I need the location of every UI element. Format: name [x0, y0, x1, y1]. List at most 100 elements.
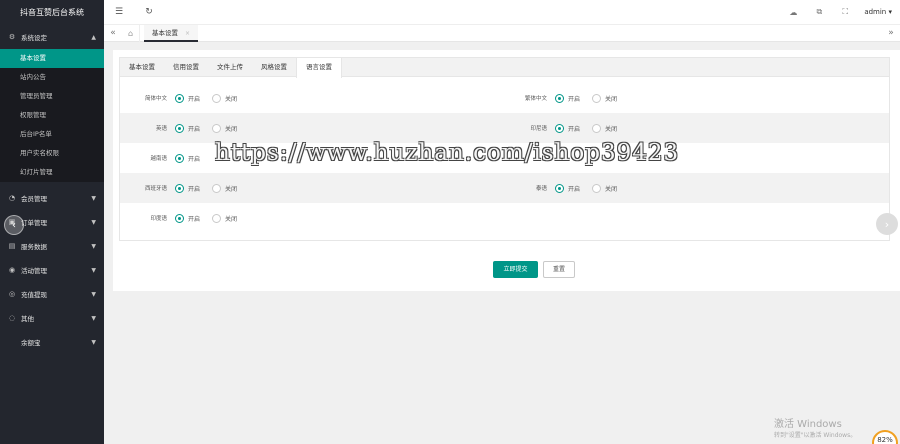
nav-group-other[interactable]: ◌ 其他 ▼: [0, 306, 104, 330]
tab-credit[interactable]: 信用设置: [164, 58, 208, 77]
double-chevron-left-icon[interactable]: «: [104, 28, 122, 38]
tab-style[interactable]: 风格设置: [252, 58, 296, 77]
reset-button[interactable]: 重置: [543, 261, 575, 278]
radio-on[interactable]: 开启: [175, 213, 200, 223]
sidebar-item-permissions[interactable]: 权限管理: [0, 106, 104, 125]
nav-group-system[interactable]: ⚙ 系统设定 ▲: [0, 25, 104, 49]
tab-language[interactable]: 语言设置: [296, 58, 342, 78]
wallet-icon: ◎: [8, 290, 16, 298]
chevron-up-icon: ▲: [91, 33, 96, 41]
chevron-right-icon[interactable]: ›: [876, 213, 898, 235]
sidebar-item-realname[interactable]: 用户实名权限: [0, 144, 104, 163]
activation-title: 激活 Windows: [774, 419, 842, 430]
radio-on[interactable]: 开启: [555, 93, 580, 103]
nav-group-label: 会员管理: [21, 195, 47, 203]
settings-card: 基本设置 信用设置 文件上传 风格设置 语言设置 简体中文 开启 关闭 繁体中文…: [113, 50, 900, 291]
user-icon: ◔: [8, 194, 16, 202]
radio-on[interactable]: 开启: [555, 183, 580, 193]
form-row: 印度语 开启 关闭: [120, 203, 889, 233]
activity-icon: ◉: [8, 266, 16, 274]
gear-icon: ⚙: [8, 33, 16, 41]
nav-group-activity[interactable]: ◉ 活动管理 ▼: [0, 258, 104, 282]
field-label: 越南语: [150, 156, 167, 162]
field-label: 繁体中文: [524, 96, 547, 102]
activation-hint: 转到"设置"以激活 Windows。: [774, 432, 857, 439]
nav-group-members[interactable]: ◔ 会员管理 ▼: [0, 186, 104, 210]
form-row: 简体中文 开启 关闭 繁体中文 开启 关闭: [120, 83, 889, 113]
sidebar-item-announcements[interactable]: 站内公告: [0, 68, 104, 87]
nav-group-label: 服务数据: [21, 243, 47, 251]
lang-english: 英语 开启 关闭: [120, 123, 249, 133]
refresh-icon[interactable]: ↻: [134, 7, 164, 17]
submit-button[interactable]: 立即提交: [493, 261, 538, 278]
admin-label: admin: [864, 8, 887, 16]
page-tabs: « ⌂ 基本设置 × »: [104, 24, 900, 42]
nav-group-label: 充值提现: [21, 291, 47, 299]
radio-on[interactable]: 开启: [175, 93, 200, 103]
fullscreen-icon[interactable]: ⛶: [832, 7, 858, 17]
theme-icon[interactable]: ☁: [780, 8, 806, 17]
sidebar: 抖音互赞后台系统 ⚙ 系统设定 ▲ 基本设置 站内公告 管理员管理 权限管理 后…: [0, 0, 104, 444]
chevron-left-icon[interactable]: ‹: [4, 215, 24, 235]
nav-group-yuebao[interactable]: 余额宝 ▼: [0, 330, 104, 354]
other-icon: ◌: [8, 314, 16, 322]
header: ☰ ↻ ☁ ⧉ ⛶ admin ▾: [104, 0, 900, 25]
double-chevron-right-icon[interactable]: »: [882, 28, 900, 38]
radio-off[interactable]: 关闭: [212, 123, 237, 133]
home-icon[interactable]: ⌂: [122, 24, 140, 42]
form-row: 英语 开启 关闭 印尼语 开启 关闭: [120, 113, 889, 143]
radio-on[interactable]: 开启: [175, 123, 200, 133]
watermark-text: https://www.huzhan.com/ishop39423: [215, 140, 680, 166]
chevron-down-icon: ▼: [91, 290, 96, 298]
radio-off[interactable]: 关闭: [592, 93, 617, 103]
radio-off[interactable]: 关闭: [212, 93, 237, 103]
radio-on[interactable]: 开启: [175, 153, 200, 163]
chevron-down-icon: ▼: [91, 242, 96, 250]
close-icon[interactable]: ×: [185, 30, 190, 37]
chevron-down-icon: ▼: [91, 266, 96, 274]
sidebar-item-admin-manage[interactable]: 管理员管理: [0, 87, 104, 106]
user-menu[interactable]: admin ▾: [864, 8, 892, 16]
chevron-down-icon: ▼: [91, 218, 96, 226]
nav-group-label: 活动管理: [21, 267, 47, 275]
menu-icon[interactable]: ☰: [104, 7, 134, 17]
chevron-down-icon: ▼: [91, 314, 96, 322]
data-icon: ▤: [8, 242, 16, 250]
tab-basic[interactable]: 基本设置: [120, 58, 164, 77]
field-label: 英语: [155, 126, 167, 132]
note-icon[interactable]: ⧉: [806, 7, 832, 17]
lang-vietnamese: 越南语 开启: [120, 153, 212, 163]
progress-badge: 82%: [872, 430, 898, 444]
radio-on[interactable]: 开启: [555, 123, 580, 133]
radio-off[interactable]: 关闭: [212, 183, 237, 193]
radio-off[interactable]: 关闭: [212, 213, 237, 223]
tab-label: 基本设置: [152, 28, 178, 37]
sidebar-item-ip-list[interactable]: 后台IP名单: [0, 125, 104, 144]
lang-indonesian: 印尼语 开启 关闭: [500, 123, 629, 133]
radio-off[interactable]: 关闭: [592, 183, 617, 193]
sidebar-item-basic-settings[interactable]: 基本设置: [0, 49, 104, 68]
nav-group-label: 系统设定: [21, 34, 47, 42]
field-label: 泰语: [535, 186, 547, 192]
radio-off[interactable]: 关闭: [592, 123, 617, 133]
nav-group-data[interactable]: ▤ 服务数据 ▼: [0, 234, 104, 258]
app-title: 抖音互赞后台系统: [0, 0, 104, 25]
tab-basic-settings[interactable]: 基本设置 ×: [144, 24, 199, 42]
nav-group-wallet[interactable]: ◎ 充值提现 ▼: [0, 282, 104, 306]
field-label: 简体中文: [144, 96, 167, 102]
field-label: 西班牙语: [144, 186, 167, 192]
field-label: 印度语: [150, 216, 167, 222]
lang-spanish: 西班牙语 开启 关闭: [120, 183, 249, 193]
form-row: 西班牙语 开启 关闭 泰语 开启 关闭: [120, 173, 889, 203]
settings-tabs: 基本设置 信用设置 文件上传 风格设置 语言设置: [120, 58, 889, 78]
sidebar-item-slides[interactable]: 幻灯片管理: [0, 163, 104, 182]
lang-traditional-chinese: 繁体中文 开启 关闭: [500, 93, 629, 103]
field-label: 印尼语: [530, 126, 547, 132]
chevron-down-icon: ▼: [91, 338, 96, 346]
chevron-down-icon: ▼: [91, 194, 96, 202]
lang-hindi: 印度语 开启 关闭: [120, 213, 249, 223]
nav-group-label: 其他: [21, 315, 34, 323]
sub-menu: 基本设置 站内公告 管理员管理 权限管理 后台IP名单 用户实名权限 幻灯片管理: [0, 49, 104, 182]
radio-on[interactable]: 开启: [175, 183, 200, 193]
tab-upload[interactable]: 文件上传: [208, 58, 252, 77]
